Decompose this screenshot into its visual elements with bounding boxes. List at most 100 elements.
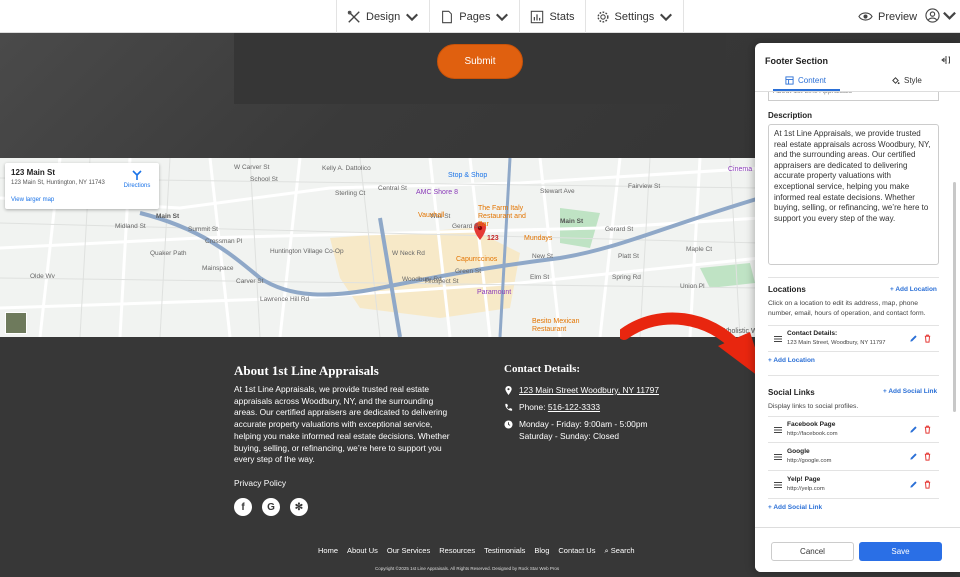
google-icon[interactable]: G [262, 498, 280, 516]
pages-menu[interactable]: Pages [429, 0, 519, 33]
layout-icon [785, 76, 794, 85]
save-button[interactable]: Save [859, 542, 942, 561]
hours-weekend: Saturday - Sunday: Closed [519, 430, 620, 441]
map-street-label: Stewart Ave [540, 188, 575, 195]
trash-icon[interactable] [923, 452, 932, 461]
map-street-label: Elm St [530, 274, 550, 281]
map-street-label: School St [250, 176, 278, 183]
social-link-url: http://yelp.com [787, 486, 825, 492]
contact-title: Contact Details: [504, 363, 581, 375]
panel-title: Footer Section [765, 56, 829, 66]
tab-style[interactable]: Style [891, 76, 922, 85]
view-larger-map-link[interactable]: View larger map [11, 197, 54, 203]
map-street-label: Platt St [618, 253, 639, 260]
description-textarea[interactable]: At 1st Line Appraisals, we provide trust… [768, 124, 939, 265]
add-location-button[interactable]: + Add Location [890, 286, 937, 293]
footer-nav-search[interactable]: ⌕ Search [604, 546, 634, 556]
map-street-label: W Carver St [234, 164, 270, 171]
map-card-address: 123 Main St, Huntington, NY 11743 [11, 180, 105, 186]
social-link-url: http://google.com [787, 458, 832, 464]
satellite-toggle[interactable] [5, 312, 27, 334]
pencil-icon[interactable] [909, 334, 918, 343]
copyright-text: Copyright ©2025 1st Line Appraisals. All… [375, 566, 560, 571]
about-title: About 1st Line Appraisals [234, 363, 379, 378]
footer-nav: Home About Us Our Services Resources Tes… [318, 546, 635, 556]
title-field[interactable]: About 1st Line Appraisals [768, 92, 939, 101]
map-street-label: Central St [378, 185, 407, 192]
map-street-label: New St [532, 253, 553, 260]
map-street-label: Midland St [115, 223, 146, 230]
footer-nav-home[interactable]: Home [318, 546, 338, 556]
map-poi[interactable]: Capurrccinos [456, 256, 497, 263]
add-social-link-bottom-button[interactable]: + Add Social Link [768, 504, 822, 511]
social-link-item[interactable]: Yelp! Page http://yelp.com [768, 472, 939, 499]
map-place-label: Huntington Village Co-Op [270, 248, 344, 255]
phone-link[interactable]: 516-122-3333 [548, 402, 600, 412]
map-street-label: Fairview St [628, 183, 661, 190]
map-street-label: Gerard St [452, 223, 481, 230]
phone-prefix: Phone: [519, 402, 548, 412]
about-text: At 1st Line Appraisals, we provide trust… [234, 384, 450, 465]
preview-button[interactable]: Preview [858, 0, 917, 33]
settings-menu-label: Settings [614, 10, 655, 23]
design-menu[interactable]: Design [336, 0, 429, 33]
map-poi[interactable]: Besito Mexican Restaurant [532, 318, 587, 334]
privacy-policy-link[interactable]: Privacy Policy [234, 478, 286, 488]
footer-nav-about[interactable]: About Us [347, 546, 378, 556]
red-arrow-annotation [620, 312, 766, 382]
cancel-button[interactable]: Cancel [771, 542, 854, 561]
social-link-item[interactable]: Facebook Page http://facebook.com [768, 416, 939, 443]
directions-button[interactable]: Directions [122, 169, 152, 189]
directions-label: Directions [123, 183, 151, 189]
tab-content[interactable]: Content [772, 76, 841, 91]
location-item[interactable]: Contact Details: 123 Main Street, Woodbu… [768, 325, 939, 352]
stats-menu[interactable]: Stats [519, 0, 584, 33]
footer-nav-services[interactable]: Our Services [387, 546, 430, 556]
social-links-label: Social Links [768, 388, 815, 397]
yelp-icon[interactable]: ✻ [290, 498, 308, 516]
add-social-link-button[interactable]: + Add Social Link [883, 388, 937, 395]
map-poi[interactable]: The Farm Italy Restaurant and Bar [478, 205, 538, 229]
social-link-item[interactable]: Google http://google.com [768, 444, 939, 471]
trash-icon[interactable] [923, 480, 932, 489]
drag-handle-icon[interactable] [774, 336, 782, 342]
footer-nav-testimonials[interactable]: Testimonials [484, 546, 525, 556]
phone-icon [505, 403, 513, 411]
panel-tabs: Content Style [755, 74, 960, 92]
social-icons: f G ✻ [234, 498, 308, 516]
map-poi[interactable]: Stop & Shop [448, 172, 487, 179]
footer-section-panel: Footer Section Content Style About 1st L… [755, 43, 960, 572]
locations-hint: Click on a location to edit its address,… [768, 300, 926, 317]
drag-handle-icon[interactable] [774, 482, 782, 488]
eye-icon [858, 12, 873, 21]
trash-icon[interactable] [923, 425, 932, 434]
map-street-label: Prospect St [425, 278, 459, 285]
footer-nav-resources[interactable]: Resources [439, 546, 475, 556]
footer-nav-contact[interactable]: Contact Us [558, 546, 595, 556]
submit-button[interactable]: Submit [437, 44, 523, 79]
map-poi[interactable]: Vauxhall [418, 212, 444, 219]
map-poi[interactable]: Cinema [728, 166, 752, 173]
trash-icon[interactable] [923, 334, 932, 343]
footer-nav-blog[interactable]: Blog [534, 546, 549, 556]
drag-handle-icon[interactable] [774, 427, 782, 433]
collapse-panel-icon[interactable] [940, 55, 950, 65]
hours-weekday: Monday - Friday: 9:00am - 5:00pm [519, 419, 648, 429]
account-menu[interactable] [925, 8, 957, 23]
map-poi[interactable]: AMC Shore 8 [416, 189, 458, 196]
pencil-icon[interactable] [909, 480, 918, 489]
map-poi[interactable]: Paramount [477, 289, 511, 296]
address-link[interactable]: 123 Main Street Woodbury, NY 11797 [519, 385, 659, 397]
drag-handle-icon[interactable] [774, 454, 782, 460]
facebook-icon[interactable]: f [234, 498, 252, 516]
map-poi[interactable]: Mundays [524, 235, 552, 242]
panel-scrollbar[interactable] [953, 182, 956, 412]
panel-content: About 1st Line Appraisals Description At… [755, 92, 960, 527]
pencil-icon[interactable] [909, 425, 918, 434]
pencil-icon[interactable] [909, 452, 918, 461]
settings-menu[interactable]: Settings [584, 0, 685, 33]
add-location-bottom-button[interactable]: + Add Location [768, 357, 815, 364]
map-place-card: 123 Main St 123 Main St, Huntington, NY … [5, 163, 159, 209]
map-place-label: Mainspace [202, 265, 234, 272]
directions-icon [132, 170, 142, 180]
